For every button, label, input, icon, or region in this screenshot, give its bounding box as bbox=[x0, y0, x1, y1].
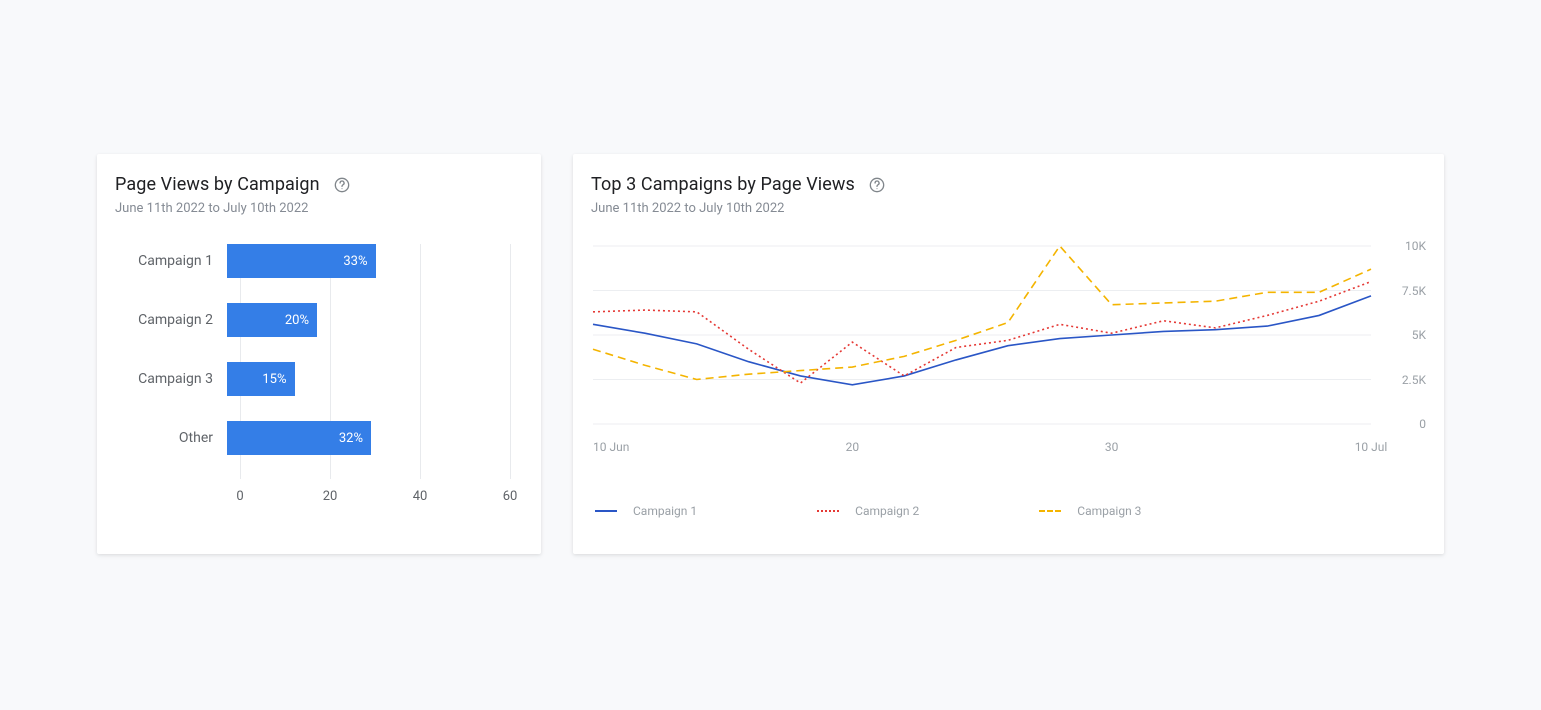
bar-category-label: Campaign 3 bbox=[115, 371, 227, 387]
legend: Campaign 1 Campaign 2 Campaign 3 bbox=[591, 504, 1426, 518]
bar-fill: 33% bbox=[227, 244, 376, 278]
bar-row: Campaign 133% bbox=[115, 244, 523, 278]
legend-item: Campaign 2 bbox=[817, 504, 919, 518]
card-subtitle: June 11th 2022 to July 10th 2022 bbox=[591, 201, 1426, 216]
legend-label: Campaign 3 bbox=[1077, 504, 1141, 518]
y-axis-tick: 7.5K bbox=[1402, 284, 1426, 298]
y-axis-tick: 0 bbox=[1419, 417, 1426, 431]
legend-swatch bbox=[595, 510, 617, 512]
card-subtitle: June 11th 2022 to July 10th 2022 bbox=[115, 201, 523, 216]
x-axis-tick: 30 bbox=[1105, 440, 1119, 454]
bar-row: Other32% bbox=[115, 421, 523, 455]
help-icon[interactable] bbox=[869, 177, 885, 193]
top-campaigns-line-card: Top 3 Campaigns by Page Views June 11th … bbox=[573, 154, 1444, 554]
bar-fill: 32% bbox=[227, 421, 371, 455]
legend-label: Campaign 2 bbox=[855, 504, 919, 518]
x-axis-tick: 20 bbox=[846, 440, 860, 454]
card-title: Top 3 Campaigns by Page Views bbox=[591, 174, 855, 195]
x-axis-tick: 10 Jun bbox=[593, 440, 629, 454]
legend-swatch bbox=[1039, 510, 1061, 512]
bar-category-label: Other bbox=[115, 430, 227, 446]
card-title: Page Views by Campaign bbox=[115, 174, 320, 195]
y-axis-tick: 2.5K bbox=[1402, 373, 1426, 387]
bar-category-label: Campaign 1 bbox=[115, 253, 227, 269]
page-views-by-campaign-card: Page Views by Campaign June 11th 2022 to… bbox=[97, 154, 541, 554]
bar-row: Campaign 315% bbox=[115, 362, 523, 396]
legend-item: Campaign 3 bbox=[1039, 504, 1141, 518]
x-axis-tick: 0 bbox=[236, 489, 243, 504]
line-chart: 10 Jun203010 Jul 02.5K5K7.5K10K bbox=[591, 244, 1426, 464]
y-axis-tick: 5K bbox=[1412, 328, 1426, 342]
line-series bbox=[593, 282, 1371, 383]
line-series bbox=[593, 246, 1371, 380]
x-axis-tick: 40 bbox=[413, 489, 428, 504]
x-axis-tick: 20 bbox=[323, 489, 338, 504]
y-axis-tick: 10K bbox=[1405, 239, 1426, 253]
x-axis-tick: 10 Jul bbox=[1355, 440, 1388, 454]
legend-label: Campaign 1 bbox=[633, 504, 697, 518]
help-icon[interactable] bbox=[334, 177, 350, 193]
line-series bbox=[593, 296, 1371, 385]
x-axis-tick: 60 bbox=[503, 489, 518, 504]
bar-category-label: Campaign 2 bbox=[115, 312, 227, 328]
bar-row: Campaign 220% bbox=[115, 303, 523, 337]
bar-fill: 15% bbox=[227, 362, 295, 396]
bar-chart: Campaign 133% Campaign 220% Campaign 315% O… bbox=[115, 244, 523, 524]
bar-fill: 20% bbox=[227, 303, 317, 337]
legend-item: Campaign 1 bbox=[595, 504, 697, 518]
legend-swatch bbox=[817, 510, 839, 512]
